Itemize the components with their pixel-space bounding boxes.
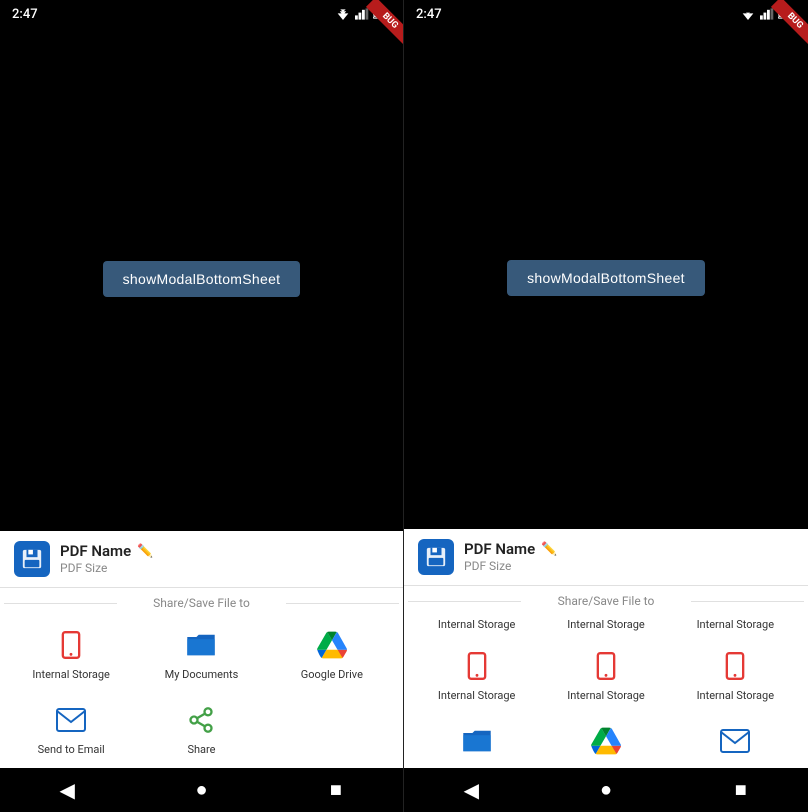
r-text-opt-1[interactable]: Internal Storage xyxy=(412,614,541,635)
internal-storage-icon xyxy=(52,626,90,664)
pdf-size-right: PDF Size xyxy=(464,559,794,573)
back-btn-right[interactable]: ◀ xyxy=(449,768,493,812)
r-text-label-2: Internal Storage xyxy=(567,618,645,631)
edit-icon-left[interactable]: ✏️ xyxy=(137,544,153,559)
bug-ribbon-right xyxy=(748,0,808,60)
time-left: 2:47 xyxy=(12,7,38,22)
r-phone-svg-6 xyxy=(721,652,749,680)
edit-icon-right[interactable]: ✏️ xyxy=(541,542,557,557)
r-folder-opt[interactable] xyxy=(412,714,541,768)
my-documents-label: My Documents xyxy=(165,668,239,681)
bottom-sheet-left: PDF Name ✏️ PDF Size Share/Save File to xyxy=(0,531,403,768)
pdf-header-right: PDF Name ✏️ PDF Size xyxy=(404,529,808,586)
r-text-label-1: Internal Storage xyxy=(438,618,516,631)
r-email-svg xyxy=(720,729,750,753)
folder-icon xyxy=(182,626,220,664)
pdf-info-left: PDF Name ✏️ PDF Size xyxy=(60,542,389,575)
pdf-icon-left xyxy=(14,541,50,577)
r-storage-icon-6 xyxy=(716,647,754,685)
r-drive-svg xyxy=(591,727,621,755)
pdf-info-right: PDF Name ✏️ PDF Size xyxy=(464,540,794,573)
show-modal-btn-left[interactable]: showModalBottomSheet xyxy=(103,261,301,297)
r-storage-icon-5 xyxy=(587,647,625,685)
share-label: Share xyxy=(187,743,215,756)
pdf-icon-right xyxy=(418,539,454,575)
r-drive-opt[interactable] xyxy=(541,714,670,768)
back-btn-left[interactable]: ◀ xyxy=(45,768,89,812)
r-email-opt[interactable] xyxy=(671,714,800,768)
pdf-size-left: PDF Size xyxy=(60,561,389,575)
right-text-row1: Internal Storage Internal Storage Intern… xyxy=(404,612,808,637)
google-drive-label: Google Drive xyxy=(301,668,363,681)
home-btn-left[interactable]: ● xyxy=(179,768,223,812)
drive-icon xyxy=(313,626,351,664)
option-google-drive[interactable]: Google Drive xyxy=(267,618,397,689)
bottom-sheet-right: PDF Name ✏️ PDF Size Share/Save File to … xyxy=(404,529,808,768)
right-icon-row2: Internal Storage Internal Storage xyxy=(404,637,808,712)
r-storage-opt-5[interactable]: Internal Storage xyxy=(541,639,670,710)
save-icon-right xyxy=(425,546,447,568)
pdf-name-row-right: PDF Name ✏️ xyxy=(464,540,794,558)
r-storage-icon-4 xyxy=(458,647,496,685)
r-storage-opt-6[interactable]: Internal Storage xyxy=(671,639,800,710)
main-area-left: showModalBottomSheet xyxy=(0,28,403,531)
home-btn-right[interactable]: ● xyxy=(584,768,628,812)
r-storage-label-6: Internal Storage xyxy=(697,689,775,702)
section-label-right: Share/Save File to xyxy=(404,594,808,608)
option-internal-storage[interactable]: Internal Storage xyxy=(6,618,136,689)
internal-storage-label: Internal Storage xyxy=(32,668,110,681)
r-text-label-3: Internal Storage xyxy=(697,618,775,631)
pdf-name-left: PDF Name xyxy=(60,542,131,560)
bug-ribbon xyxy=(343,0,403,60)
recent-btn-left[interactable]: ■ xyxy=(314,768,358,812)
r-phone-svg-4 xyxy=(463,652,491,680)
r-storage-label-4: Internal Storage xyxy=(438,689,516,702)
r-text-opt-3[interactable]: Internal Storage xyxy=(671,614,800,635)
r-text-opt-2[interactable]: Internal Storage xyxy=(541,614,670,635)
drive-svg xyxy=(317,631,347,659)
r-drive-icon xyxy=(587,722,625,760)
option-share[interactable]: Share xyxy=(136,693,266,764)
nav-bar-right: ◀ ● ■ xyxy=(404,768,808,812)
pdf-name-right: PDF Name xyxy=(464,540,535,558)
pdf-header-left: PDF Name ✏️ PDF Size xyxy=(0,531,403,588)
r-storage-label-5: Internal Storage xyxy=(567,689,645,702)
r-phone-svg-5 xyxy=(592,652,620,680)
show-modal-btn-right[interactable]: showModalBottomSheet xyxy=(507,260,705,296)
share-icon xyxy=(182,701,220,739)
r-storage-opt-4[interactable]: Internal Storage xyxy=(412,639,541,710)
r-folder-svg xyxy=(461,727,493,755)
r-email-icon xyxy=(716,722,754,760)
pdf-name-row-left: PDF Name ✏️ xyxy=(60,542,389,560)
main-area-right: showModalBottomSheet xyxy=(404,28,808,529)
save-icon-left xyxy=(21,548,43,570)
phone-icon xyxy=(57,631,85,659)
time-right: 2:47 xyxy=(416,7,442,22)
send-email-label: Send to Email xyxy=(38,743,105,756)
email-icon xyxy=(52,701,90,739)
recent-btn-right[interactable]: ■ xyxy=(719,768,763,812)
options-grid-left: Internal Storage My Documents xyxy=(0,614,403,768)
left-phone-panel: 2:47 showModalBottomShe xyxy=(0,0,404,812)
right-phone-panel: 2:47 showModalBottomSheet xyxy=(404,0,808,812)
email-svg xyxy=(56,708,86,732)
share-svg xyxy=(187,706,215,734)
option-send-email[interactable]: Send to Email xyxy=(6,693,136,764)
r-folder-icon xyxy=(458,722,496,760)
folder-svg xyxy=(185,631,217,659)
right-icon-row3 xyxy=(404,712,808,768)
nav-bar-left: ◀ ● ■ xyxy=(0,768,403,812)
option-my-documents[interactable]: My Documents xyxy=(136,618,266,689)
section-label-left: Share/Save File to xyxy=(0,596,403,610)
